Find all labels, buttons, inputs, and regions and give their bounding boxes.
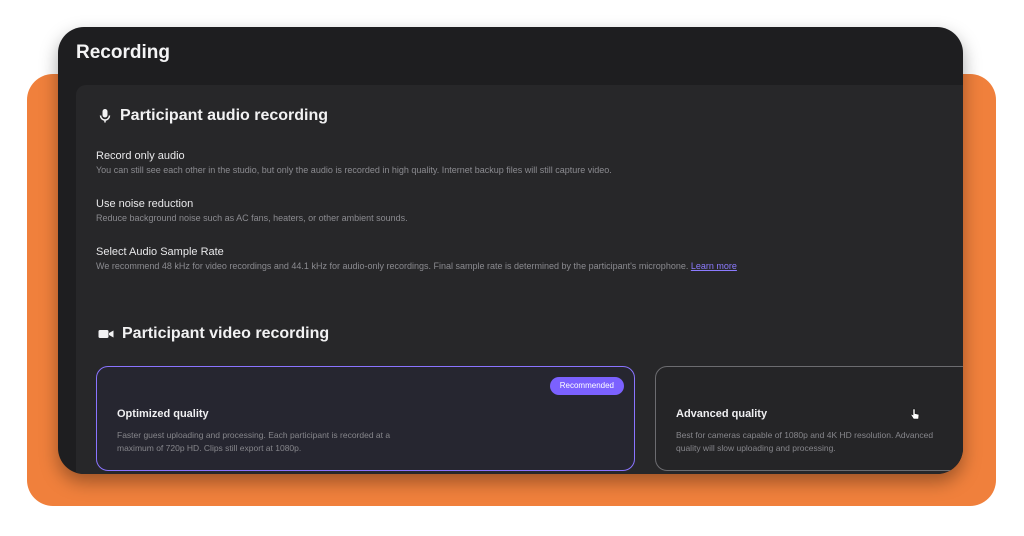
- option-description: Faster guest uploading and processing. E…: [117, 430, 391, 453]
- recommended-badge: Recommended: [549, 377, 624, 395]
- video-section-title: Participant video recording: [98, 325, 329, 343]
- video-section-label: Participant video recording: [122, 325, 330, 342]
- option-optimized-quality[interactable]: Recommended Optimized quality Faster gue…: [96, 366, 635, 471]
- option-title: Optimized quality: [117, 408, 209, 420]
- video-camera-icon: [98, 328, 114, 340]
- audio-section-title: Participant audio recording: [98, 107, 328, 125]
- settings-panel[interactable]: Participant audio recording Record only …: [76, 85, 963, 474]
- audio-section-label: Participant audio recording: [120, 107, 329, 124]
- setting-audio-sample-rate[interactable]: Select Audio Sample Rate We recommend 48…: [96, 245, 943, 273]
- sample-rate-description-text: We recommend 48 kHz for video recordings…: [96, 261, 689, 271]
- setting-record-only-audio[interactable]: Record only audio You can still see each…: [96, 149, 943, 177]
- setting-label: Use noise reduction: [96, 198, 194, 210]
- option-advanced-quality[interactable]: Advanced quality Best for cameras capabl…: [655, 366, 963, 471]
- learn-more-link[interactable]: Learn more: [691, 261, 737, 271]
- setting-description: Reduce background noise such as AC fans,…: [96, 213, 408, 223]
- setting-label: Select Audio Sample Rate: [96, 246, 224, 258]
- page-title: Recording: [76, 42, 170, 63]
- microphone-icon: [98, 108, 112, 124]
- recording-settings-window: Recording Participant audio recording Re…: [58, 27, 963, 474]
- option-description: Best for cameras capable of 1080p and 4K…: [676, 430, 934, 453]
- setting-noise-reduction[interactable]: Use noise reduction Reduce background no…: [96, 197, 943, 225]
- title-bar: Recording: [58, 27, 963, 85]
- hand-cursor-icon: [910, 407, 920, 425]
- setting-description: You can still see each other in the stud…: [96, 165, 612, 175]
- option-title: Advanced quality: [676, 408, 768, 420]
- setting-description: We recommend 48 kHz for video recordings…: [96, 260, 943, 273]
- setting-label: Record only audio: [96, 150, 185, 162]
